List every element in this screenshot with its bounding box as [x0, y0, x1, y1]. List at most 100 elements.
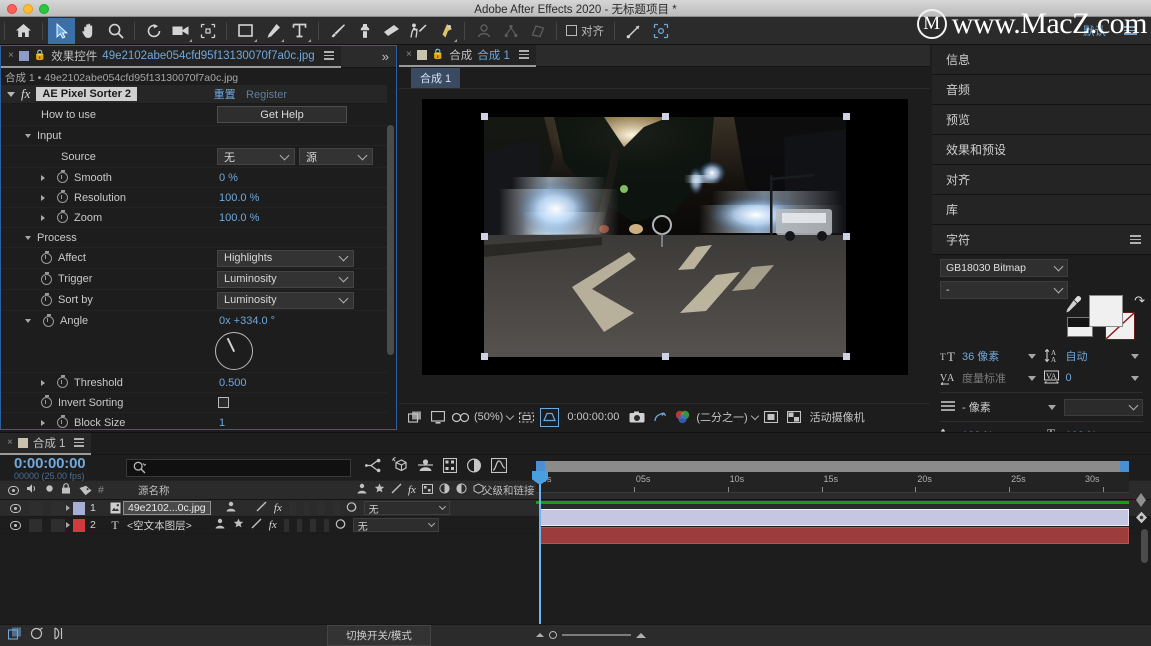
grid-guides-icon[interactable] [517, 408, 536, 427]
panel-audio[interactable]: 音频 [932, 75, 1151, 105]
selection-handle-br[interactable] [843, 353, 850, 360]
tracking-dropdown-icon[interactable] [1131, 376, 1139, 381]
layer2-3d-cell[interactable] [324, 519, 329, 532]
source-channel-dropdown[interactable]: 源 [299, 148, 373, 165]
draft-3d-icon[interactable] [391, 457, 408, 478]
smooth-disclosure-icon[interactable] [41, 175, 45, 181]
angle-stopwatch-icon[interactable] [43, 316, 54, 327]
threshold-disclosure-icon[interactable] [41, 380, 45, 386]
resolution-value[interactable]: (二分之一) [696, 409, 747, 425]
layer1-3d-cell[interactable] [333, 502, 340, 515]
snapping-toggle[interactable]: 对齐 [566, 23, 604, 39]
angle-disclosure-icon[interactable] [25, 319, 31, 323]
home-icon[interactable] [10, 18, 37, 44]
transparency-grid-icon[interactable] [785, 408, 804, 427]
brush-tool-icon[interactable] [324, 18, 351, 44]
motion-blur-icon[interactable] [52, 627, 65, 645]
timeline-zoom-slider[interactable] [536, 627, 646, 643]
pen-tool-icon[interactable] [259, 18, 286, 44]
block-size-value[interactable]: 1 [219, 417, 225, 429]
resolution-chevron-icon[interactable] [750, 411, 758, 419]
expand-panels-icon[interactable]: » [382, 49, 396, 64]
font-family-dropdown[interactable]: GB18030 Bitmap [940, 259, 1068, 277]
magnification-value[interactable]: (50%) [474, 411, 503, 423]
layer1-disclosure-icon[interactable] [66, 505, 70, 511]
panel-effects-presets[interactable]: 效果和预设 [932, 135, 1151, 165]
parent-link-header[interactable]: 父级和链接 [476, 483, 535, 498]
timeline-search-box[interactable] [126, 459, 351, 477]
layer2-video-toggle[interactable] [10, 521, 21, 530]
zoom-value[interactable]: 100.0 % [219, 212, 259, 224]
toggle-switches-modes-button[interactable]: 切换开关/模式 [327, 625, 431, 646]
selection-handle-tl[interactable] [481, 113, 488, 120]
stroke-width-field[interactable]: - 像素 [962, 399, 1060, 415]
layer1-name[interactable]: 49e2102...0c.jpg [123, 501, 211, 515]
always-preview-icon[interactable] [405, 408, 424, 427]
tab-effect-controls[interactable]: × 🔒 效果控件 49e2102abe054cfd95f13130070f7a0… [1, 46, 341, 68]
rotation-tool-icon[interactable] [140, 18, 167, 44]
composition-mini-flowchart-icon[interactable] [365, 458, 382, 478]
font-style-dropdown[interactable]: - [940, 281, 1068, 299]
process-group-disclosure-icon[interactable] [25, 236, 31, 240]
time-ruler[interactable]: 0s05s10s15s20s25s30s [536, 472, 1129, 493]
layer1-shy-switch[interactable] [225, 501, 237, 515]
puppet-advanced-icon[interactable] [497, 18, 524, 44]
layer2-label-color[interactable] [73, 519, 85, 532]
layer2-parent-dropdown[interactable]: 无 [353, 518, 439, 532]
zoom-disclosure-icon[interactable] [41, 215, 45, 221]
timeline-vertical-scrollbar[interactable] [1141, 529, 1148, 563]
take-snapshot-icon[interactable] [627, 408, 646, 427]
current-time-display[interactable]: 0:00:00:00 00000 (25.00 fps) [6, 455, 126, 481]
layer1-track-bar[interactable] [540, 509, 1129, 526]
affect-dropdown[interactable]: Highlights [217, 250, 354, 267]
selection-handle-mr[interactable] [843, 233, 850, 240]
panel-info[interactable]: 信息 [932, 45, 1151, 75]
invertsorting-stopwatch-icon[interactable] [41, 397, 52, 408]
layer1-quality-switch[interactable] [256, 501, 267, 515]
input-group-disclosure-icon[interactable] [25, 134, 31, 138]
3d-glasses-icon[interactable] [451, 408, 470, 427]
zoom-out-icon[interactable] [536, 633, 544, 637]
text-tool-icon[interactable] [286, 18, 313, 44]
zoom-slider-track[interactable] [562, 634, 631, 636]
zoom-tool-icon[interactable] [102, 18, 129, 44]
resolution-stopwatch-icon[interactable] [57, 192, 68, 203]
comp-button-icon[interactable] [30, 627, 44, 645]
leading-dropdown-icon[interactable] [1131, 354, 1139, 359]
affect-stopwatch-icon[interactable] [41, 253, 52, 264]
work-area-start-handle[interactable] [536, 461, 545, 472]
zoom-slider-knob[interactable] [549, 631, 557, 639]
effect-disclosure-icon[interactable] [7, 92, 15, 97]
eraser-tool-icon[interactable] [378, 18, 405, 44]
clone-stamp-tool-icon[interactable] [351, 18, 378, 44]
layer1-adjustment-cell[interactable] [318, 502, 325, 515]
character-panel-menu-icon[interactable] [1130, 235, 1141, 243]
timeline-keyframe-nav-icon[interactable] [1135, 493, 1147, 507]
sortby-stopwatch-icon[interactable] [41, 295, 52, 306]
smooth-stopwatch-icon[interactable] [57, 172, 68, 183]
layer1-label-color[interactable] [73, 502, 85, 515]
composition-chip[interactable]: 合成 1 [411, 68, 460, 88]
layer2-adjustment-cell[interactable] [310, 519, 315, 532]
current-time-indicator[interactable] [539, 472, 541, 624]
enable-motion-blur-icon[interactable] [466, 458, 482, 478]
reset-link[interactable]: 重置 [214, 89, 236, 101]
angle-value[interactable]: 0x +334.0 ° [219, 315, 275, 327]
tab-timeline-comp[interactable]: × 合成 1 [0, 433, 91, 455]
layer1-motionblur-cell[interactable] [304, 502, 311, 515]
roto-brush-tool-icon[interactable] [405, 18, 432, 44]
selection-handle-tc[interactable] [662, 113, 669, 120]
workspace-menu-icon[interactable] [1116, 26, 1145, 35]
selection-handle-ml[interactable] [481, 233, 488, 240]
current-timecode[interactable]: 0:00:00:00 [14, 455, 126, 472]
close-tab-icon[interactable]: × [406, 49, 412, 60]
lock-icon[interactable]: 🔒 [34, 50, 46, 61]
layer2-motionblur-cell[interactable] [297, 519, 302, 532]
layer2-quality-switch[interactable] [251, 518, 262, 532]
snap-vertex-icon[interactable] [620, 18, 647, 44]
blocksize-disclosure-icon[interactable] [41, 420, 45, 426]
stroke-width-dropdown-icon[interactable] [1048, 405, 1056, 410]
source-name-header[interactable]: 源名称 [116, 483, 356, 498]
puppet-bend-icon[interactable] [524, 18, 551, 44]
effect-header-row[interactable]: fx AE Pixel Sorter 2 重置 Register [1, 85, 387, 104]
